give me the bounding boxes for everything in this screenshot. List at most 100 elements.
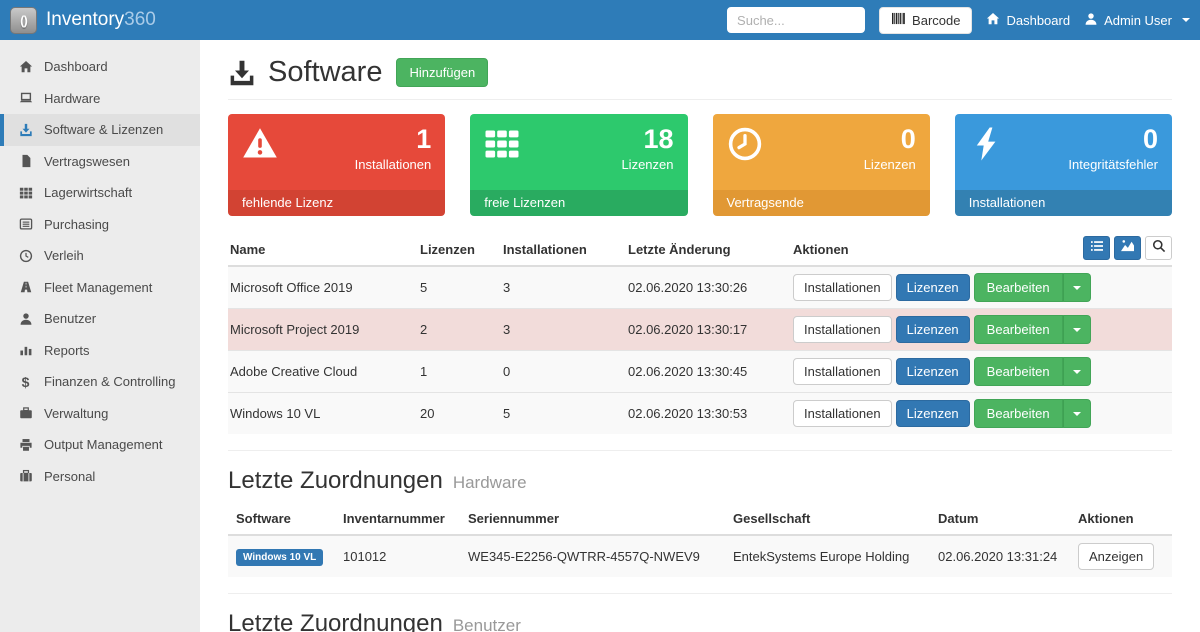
stat-footer: Vertragsende	[713, 190, 930, 216]
user-icon	[18, 311, 33, 326]
col-header-company: Gesellschaft	[725, 507, 930, 535]
chevron-down-icon	[1073, 286, 1081, 290]
table-row-danger: Microsoft Project 2019 2 3 02.06.2020 13…	[228, 309, 1172, 351]
installations-button[interactable]: Installationen	[793, 358, 892, 385]
edit-dropdown-toggle[interactable]	[1063, 399, 1091, 428]
laptop-icon	[18, 91, 33, 106]
main-content: Software Hinzufügen 1 Installationen feh…	[200, 40, 1200, 632]
user-menu-label: Admin User	[1104, 13, 1172, 28]
stat-card-contract-end: 0 Lizenzen Vertragsende	[713, 114, 930, 216]
cell-installations: 0	[495, 351, 620, 393]
cell-installations: 5	[495, 393, 620, 435]
sidebar-item-label: Verleih	[44, 248, 84, 263]
installations-button[interactable]: Installationen	[793, 316, 892, 343]
view-list-button[interactable]	[1083, 236, 1110, 260]
sidebar-item-label: Hardware	[44, 91, 100, 106]
page-title: Software	[228, 56, 382, 89]
chevron-down-icon	[1182, 18, 1190, 22]
edit-button[interactable]: Bearbeiten	[974, 315, 1063, 344]
nav-dashboard-link[interactable]: Dashboard	[986, 12, 1070, 29]
printer-icon	[18, 437, 33, 452]
licenses-button[interactable]: Lizenzen	[896, 274, 970, 301]
edit-button[interactable]: Bearbeiten	[974, 399, 1063, 428]
sidebar-item-verleih[interactable]: Verleih	[0, 240, 200, 272]
section-subtitle: Hardware	[453, 473, 527, 493]
cell-inventory-number: 101012	[335, 535, 460, 577]
sidebar-item-purchasing[interactable]: Purchasing	[0, 209, 200, 241]
briefcase-icon	[18, 406, 33, 421]
page-title-text: Software	[268, 56, 382, 89]
sidebar-item-software-lizenzen[interactable]: Software & Lizenzen	[0, 114, 200, 146]
edit-button[interactable]: Bearbeiten	[974, 357, 1063, 386]
installations-button[interactable]: Installationen	[793, 274, 892, 301]
file-icon	[18, 154, 33, 169]
edit-dropdown-toggle[interactable]	[1063, 357, 1091, 386]
sidebar-item-fleet-management[interactable]: Fleet Management	[0, 272, 200, 304]
stat-cards: 1 Installationen fehlende Lizenz 18 Lize…	[228, 114, 1172, 216]
sidebar-item-output-management[interactable]: Output Management	[0, 429, 200, 461]
cell-changed: 02.06.2020 13:30:53	[620, 393, 785, 435]
sidebar-item-label: Verwaltung	[44, 406, 108, 421]
suitcase-icon	[18, 469, 33, 484]
stat-footer: Installationen	[955, 190, 1172, 216]
sidebar-item-benutzer[interactable]: Benutzer	[0, 303, 200, 335]
licenses-button[interactable]: Lizenzen	[896, 358, 970, 385]
col-header-serial: Seriennummer	[460, 507, 725, 535]
chevron-down-icon	[1073, 328, 1081, 332]
table-toolbar	[1083, 236, 1172, 260]
sidebar-item-verwaltung[interactable]: Verwaltung	[0, 398, 200, 430]
sidebar-item-label: Benutzer	[44, 311, 96, 326]
stat-card-integrity-errors: 0 Integritätsfehler Installationen	[955, 114, 1172, 216]
sidebar-item-label: Finanzen & Controlling	[44, 374, 176, 389]
col-header-inventory: Inventarnummer	[335, 507, 460, 535]
sidebar-item-lagerwirtschaft[interactable]: Lagerwirtschaft	[0, 177, 200, 209]
warning-icon	[242, 126, 278, 162]
sidebar: Dashboard Hardware Software & Lizenzen V…	[0, 40, 200, 632]
hardware-table: Software Inventarnummer Seriennummer Ges…	[228, 507, 1172, 577]
user-menu[interactable]: Admin User	[1084, 12, 1190, 29]
bar-chart-icon	[18, 343, 33, 358]
cell-licenses: 2	[412, 309, 495, 351]
show-button[interactable]: Anzeigen	[1078, 543, 1154, 570]
sidebar-item-hardware[interactable]: Hardware	[0, 83, 200, 115]
grid-icon	[484, 126, 520, 162]
user-icon	[1084, 12, 1098, 29]
edit-dropdown-toggle[interactable]	[1063, 273, 1091, 302]
app-title-suffix: 360	[124, 9, 156, 30]
user-section-heading: Letzte Zuordnungen Benutzer	[228, 610, 1172, 632]
licenses-button[interactable]: Lizenzen	[896, 316, 970, 343]
chart-view-button[interactable]	[1114, 236, 1141, 260]
edit-dropdown-toggle[interactable]	[1063, 315, 1091, 344]
stat-footer: fehlende Lizenz	[228, 190, 445, 216]
section-title: Letzte Zuordnungen	[228, 610, 443, 632]
cell-company: EntekSystems Europe Holding	[725, 535, 930, 577]
barcode-button[interactable]: Barcode	[879, 7, 972, 34]
licenses-button[interactable]: Lizenzen	[896, 400, 970, 427]
cell-serial-number: WE345-E2256-QWTRR-4557Q-NWEV9	[460, 535, 725, 577]
download-icon	[18, 122, 33, 137]
add-software-button[interactable]: Hinzufügen	[396, 58, 488, 87]
home-icon	[986, 12, 1000, 29]
col-header-installations: Installationen	[495, 238, 620, 266]
search-input[interactable]	[727, 7, 865, 33]
edit-button[interactable]: Bearbeiten	[974, 273, 1063, 302]
sidebar-item-label: Purchasing	[44, 217, 109, 232]
installations-button[interactable]: Installationen	[793, 400, 892, 427]
sidebar-item-dashboard[interactable]: Dashboard	[0, 51, 200, 83]
dollar-icon: $	[18, 374, 33, 389]
search-icon	[1152, 239, 1166, 258]
download-icon	[228, 59, 256, 87]
cell-changed: 02.06.2020 13:30:26	[620, 266, 785, 309]
sidebar-item-personal[interactable]: Personal	[0, 461, 200, 493]
search-table-button[interactable]	[1145, 236, 1172, 260]
cell-installations: 3	[495, 266, 620, 309]
sidebar-item-label: Dashboard	[44, 59, 108, 74]
sidebar-item-label: Vertragswesen	[44, 154, 130, 169]
sidebar-item-reports[interactable]: Reports	[0, 335, 200, 367]
col-header-name: Name	[228, 238, 412, 266]
sidebar-item-vertragswesen[interactable]: Vertragswesen	[0, 146, 200, 178]
brand[interactable]: () Inventory360	[10, 7, 156, 34]
cell-name: Adobe Creative Cloud	[228, 351, 412, 393]
barcode-label: Barcode	[912, 13, 960, 28]
sidebar-item-finanzen-controlling[interactable]: $ Finanzen & Controlling	[0, 366, 200, 398]
